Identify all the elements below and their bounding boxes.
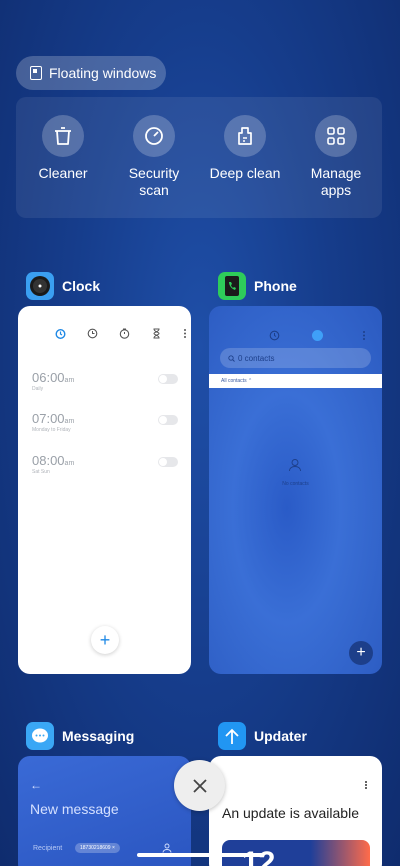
search-placeholder: 0 contacts (238, 353, 275, 363)
clock-tab-bar (55, 328, 187, 339)
alarm-time: 07:00 (32, 411, 65, 426)
home-indicator[interactable] (137, 853, 264, 857)
alarm-repeat: Monday to Friday (32, 427, 71, 433)
alarm-toggle[interactable] (158, 457, 178, 467)
no-contacts-label: No contacts (282, 481, 309, 487)
grid-apps-icon (315, 115, 357, 157)
recipient-number: 18730218609 (80, 845, 111, 851)
messaging-app-card[interactable]: ← New message Recipient 18730218609 × (18, 756, 191, 866)
floating-windows-button[interactable]: Floating windows (16, 56, 166, 90)
manage-apps-button[interactable]: Manage apps (291, 115, 381, 199)
more-options-icon[interactable] (364, 780, 368, 790)
cleaner-label: Cleaner (38, 165, 88, 181)
deep-clean-label: Deep clean (209, 165, 281, 181)
more-options-icon[interactable] (362, 330, 366, 341)
messaging-app-icon (26, 722, 54, 750)
manage-apps-label: Manage apps (310, 165, 362, 198)
quick-tools-panel: Cleaner Security scan Deep clean Manage … (16, 97, 382, 218)
contact-picker-icon[interactable] (162, 843, 172, 853)
phone-tab-bar (269, 330, 323, 341)
recipient-chip[interactable]: 18730218609 × (75, 843, 120, 853)
clear-all-button[interactable] (174, 760, 225, 811)
add-contact-button[interactable]: + (349, 641, 373, 665)
recipient-label: Recipient (33, 845, 63, 852)
alarm-ampm: am (64, 377, 75, 384)
alarm-row[interactable]: 08:00am Sat Sun (32, 453, 182, 475)
alarm-time: 06:00 (32, 370, 65, 385)
updater-app-name: Updater (254, 728, 307, 744)
update-available-text: An update is available (222, 805, 359, 821)
phone-app-card[interactable]: 0 contacts All contacts ⌃ No contacts + (209, 306, 382, 674)
updater-app-header[interactable]: Updater (218, 722, 307, 750)
phone-app-icon (218, 272, 246, 300)
clock-app-card[interactable]: 06:00am Daily 07:00am Monday to Friday 0… (18, 306, 191, 674)
alarm-ampm: am (64, 418, 75, 425)
clock-app-header[interactable]: Clock (26, 272, 100, 300)
alarm-row[interactable]: 06:00am Daily (32, 370, 182, 392)
contacts-search-input[interactable]: 0 contacts (220, 348, 371, 368)
shield-scan-icon (133, 115, 175, 157)
deep-clean-button[interactable]: Deep clean (200, 115, 290, 182)
person-icon (289, 459, 301, 472)
floating-window-icon (30, 66, 42, 80)
recents-icon[interactable] (269, 330, 280, 341)
world-clock-icon[interactable] (87, 328, 98, 339)
security-scan-button[interactable]: Security scan (109, 115, 199, 199)
contacts-tab-icon[interactable] (312, 330, 323, 341)
close-icon (192, 778, 207, 793)
alarm-toggle[interactable] (158, 374, 178, 384)
floating-windows-label: Floating windows (49, 65, 157, 81)
phone-app-header[interactable]: Phone (218, 272, 297, 300)
trash-icon (42, 115, 84, 157)
broom-icon (224, 115, 266, 157)
more-options-icon[interactable] (183, 328, 187, 339)
updater-app-card[interactable]: An update is available 12 (209, 756, 382, 866)
messaging-app-header[interactable]: Messaging (26, 722, 134, 750)
stopwatch-icon[interactable] (119, 328, 130, 339)
alarm-repeat: Sat Sun (32, 469, 50, 475)
contacts-filter-label: All contacts (221, 378, 247, 384)
clock-app-icon (26, 272, 54, 300)
phone-app-name: Phone (254, 278, 297, 294)
back-arrow-icon[interactable]: ← (30, 778, 42, 792)
alarm-row[interactable]: 07:00am Monday to Friday (32, 411, 182, 433)
search-icon (228, 354, 235, 362)
new-message-title: New message (30, 801, 119, 817)
updater-app-icon (218, 722, 246, 750)
timer-icon[interactable] (151, 328, 162, 339)
cleaner-button[interactable]: Cleaner (18, 115, 108, 182)
alarm-toggle[interactable] (158, 415, 178, 425)
messaging-app-name: Messaging (62, 728, 135, 744)
alarm-icon[interactable] (55, 328, 66, 339)
alarm-time: 08:00 (32, 453, 65, 468)
alarm-repeat: Daily (32, 386, 44, 392)
alarm-ampm: am (64, 460, 75, 467)
security-scan-label: Security scan (128, 165, 180, 198)
contacts-filter-bar[interactable]: All contacts ⌃ (209, 374, 382, 388)
clock-app-name: Clock (62, 278, 101, 294)
add-alarm-button[interactable]: + (91, 626, 119, 654)
